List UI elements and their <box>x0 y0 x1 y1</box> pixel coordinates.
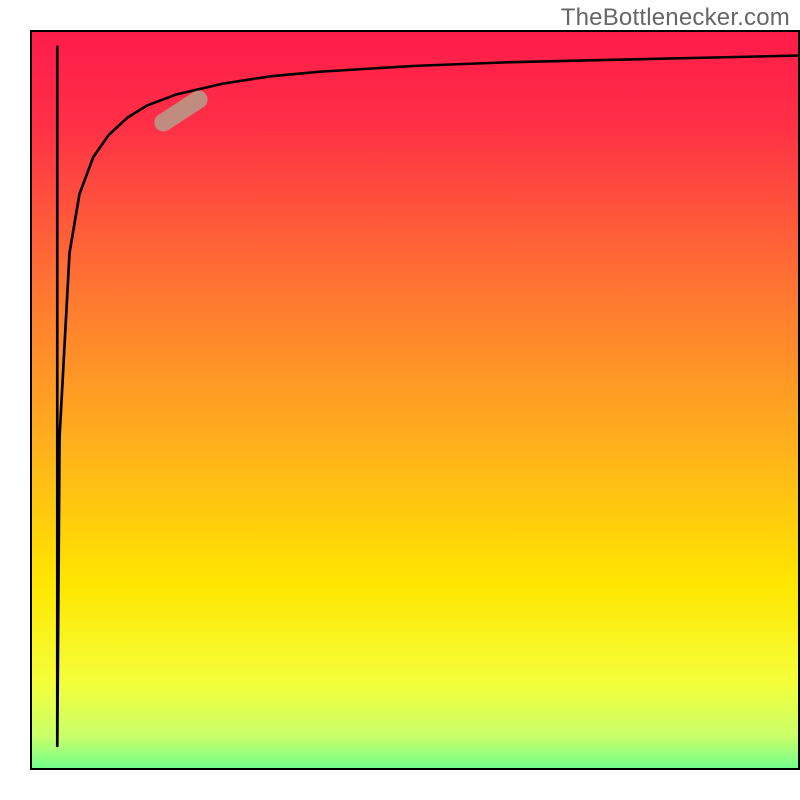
watermark-text: TheBottlenecker.com <box>561 4 790 32</box>
plot-area <box>32 32 798 768</box>
main-curve-path <box>57 47 798 746</box>
chart-frame <box>30 30 800 770</box>
curve-svg <box>32 32 798 768</box>
